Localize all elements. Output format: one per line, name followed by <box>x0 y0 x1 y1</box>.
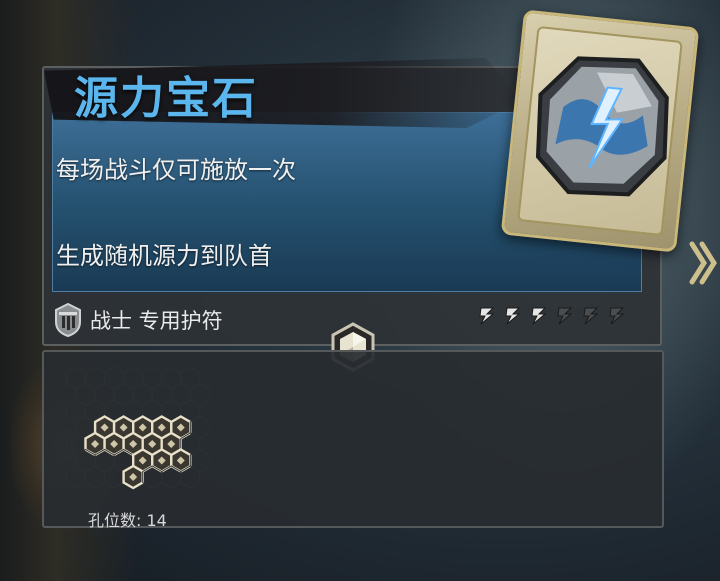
rank-empty-icon <box>583 307 599 325</box>
rank-filled-icon <box>479 307 495 325</box>
grid-cell <box>85 465 106 489</box>
class-label: 战士 专用护符 <box>90 309 223 333</box>
description-line-1: 每场战斗仅可施放一次 <box>56 156 296 184</box>
grid-cell <box>180 465 201 489</box>
socket-count: 孔位数: 14 <box>88 511 167 530</box>
rank-empty-icon <box>609 307 625 325</box>
grid-cell <box>104 465 125 489</box>
rank-filled-icon <box>531 307 547 325</box>
warrior-helmet-icon <box>55 302 81 338</box>
chevron-right-icon[interactable] <box>688 238 718 288</box>
rank-indicator <box>476 305 628 327</box>
grid-cell <box>142 465 163 489</box>
description-line-2: 生成随机源力到队首 <box>56 242 272 270</box>
item-title: 源力宝石 <box>74 73 258 124</box>
item-card[interactable] <box>500 9 700 253</box>
rank-empty-icon <box>557 307 573 325</box>
socket-hex-grid <box>66 366 210 490</box>
grid-cell <box>161 465 182 489</box>
rank-filled-icon <box>505 307 521 325</box>
lightning-rune-stone-icon <box>535 56 669 197</box>
grid-cell <box>66 465 86 489</box>
